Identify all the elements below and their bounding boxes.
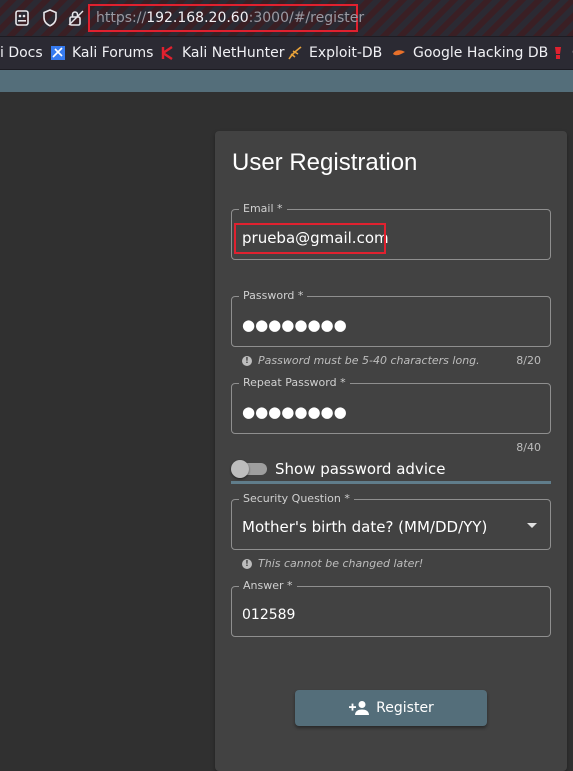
bookmark-offsec[interactable]: O (550, 45, 573, 61)
answer-label: Answer * (239, 579, 297, 592)
password-counter: 8/20 (516, 354, 541, 367)
kali-nethunter-icon (161, 46, 173, 60)
bookmark-label: Kali NetHunter (182, 45, 285, 61)
answer-field[interactable]: Answer * 012589 (231, 579, 551, 637)
register-button[interactable]: Register (295, 690, 487, 726)
insecure-lock-icon[interactable] (66, 8, 86, 28)
ghdb-icon (393, 50, 405, 56)
bookmark-google-hacking-db[interactable]: Google Hacking DB (391, 45, 548, 61)
email-label: Email * (239, 202, 287, 215)
url-host: 192.168.20.60 (146, 10, 249, 26)
security-question-select[interactable]: Security Question * Mother's birth date?… (231, 492, 551, 550)
register-label: Register (376, 700, 434, 716)
advice-divider (231, 481, 551, 484)
password-value: ●●●●●●●● (242, 316, 347, 334)
dropdown-arrow-icon (527, 523, 537, 528)
show-advice-label: Show password advice (275, 460, 446, 478)
shield-icon[interactable] (40, 8, 60, 28)
bookmark-kali-nethunter[interactable]: Kali NetHunter (160, 45, 284, 61)
email-highlight (234, 223, 386, 254)
toggle-thumb (231, 460, 249, 478)
url-scheme: https:// (96, 10, 147, 26)
security-question-label: Security Question * (239, 492, 354, 505)
bookmark-kali-forums[interactable]: Kali Forums (50, 45, 153, 61)
bookmark-label: Kali Forums (72, 45, 154, 61)
kali-forums-icon (51, 46, 65, 60)
bookmark-label: i Docs (0, 45, 43, 61)
repeat-password-field[interactable]: Repeat Password * ●●●●●●●● (231, 376, 551, 434)
repeat-password-value: ●●●●●●●● (242, 403, 347, 421)
person-add-icon (349, 701, 370, 715)
security-question-value: Mother's birth date? (MM/DD/YY) (242, 518, 488, 536)
app-toolbar (0, 70, 573, 92)
page-title: User Registration (232, 149, 418, 176)
bookmarks-bar: i Docs Kali Forums Kali NetHunter Exploi… (0, 37, 573, 70)
reader-mode-icon[interactable] (12, 8, 32, 28)
info-icon: ! (242, 355, 252, 366)
answer-value: 012589 (242, 607, 296, 623)
password-field[interactable]: Password * ●●●●●●●● (231, 289, 551, 347)
registration-card: User Registration Email * prueba@gmail.c… (215, 131, 567, 771)
password-hint: ! Password must be 5-40 characters long. (242, 354, 480, 367)
security-question-hint-text: This cannot be changed later! (258, 557, 424, 570)
security-question-hint: ! This cannot be changed later! (242, 557, 423, 570)
password-hint-text: Password must be 5-40 characters long. (258, 354, 480, 367)
bookmark-label: Exploit-DB (309, 45, 383, 61)
url-field[interactable]: https://192.168.20.60:3000/#/register (96, 10, 364, 26)
offsec-icon (555, 47, 561, 59)
url-path: :3000/#/register (248, 10, 365, 26)
browser-toolbar: https://192.168.20.60:3000/#/register (0, 0, 573, 37)
bookmark-kali-docs[interactable]: i Docs (0, 45, 43, 61)
info-icon: ! (242, 558, 252, 569)
password-label: Password * (239, 289, 308, 302)
repeat-password-counter: 8/40 (516, 441, 541, 454)
bookmark-exploit-db[interactable]: Exploit-DB (287, 45, 382, 61)
show-advice-toggle[interactable] (231, 460, 267, 478)
exploit-db-icon (288, 46, 302, 60)
bookmark-label: Google Hacking DB (413, 45, 549, 61)
repeat-password-label: Repeat Password * (239, 376, 350, 389)
